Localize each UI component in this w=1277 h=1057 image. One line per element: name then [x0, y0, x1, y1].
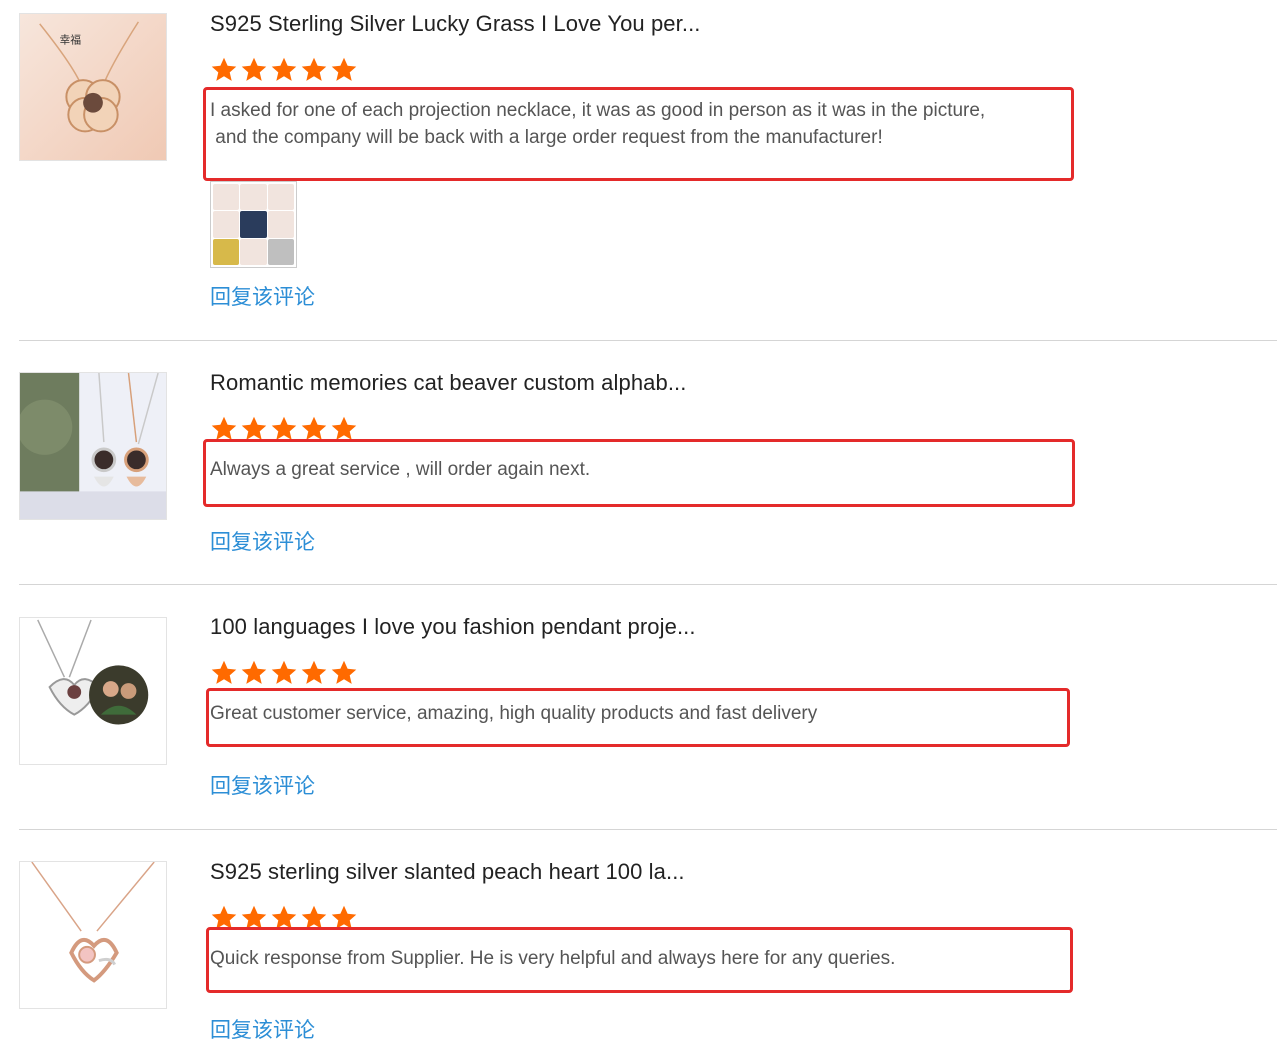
star-icon [301, 660, 327, 684]
review-photo[interactable] [240, 238, 267, 265]
owl-pendant-necklaces-icon [20, 373, 166, 519]
divider [19, 340, 1277, 341]
review-comment: Always a great service , will order agai… [210, 459, 591, 480]
reply-review-link[interactable]: 回复该评论 [210, 526, 315, 556]
review-photo-gallery[interactable] [210, 181, 297, 268]
star-icon [331, 660, 357, 684]
review-photo[interactable] [240, 184, 267, 211]
divider [19, 584, 1277, 585]
product-title[interactable]: S925 Sterling Silver Lucky Grass I Love … [210, 11, 701, 37]
star-rating [210, 56, 358, 84]
review-photo[interactable] [213, 238, 240, 265]
star-icon [211, 660, 237, 684]
review-photo[interactable] [213, 184, 240, 211]
review-comment: I asked for one of each projection neckl… [210, 100, 986, 148]
star-icon [241, 660, 267, 684]
star-icon [271, 57, 297, 81]
flower-pendant-necklace-icon: 幸福 [20, 14, 166, 160]
star-icon [331, 57, 357, 81]
review-photo[interactable] [267, 211, 294, 238]
product-thumbnail[interactable] [19, 372, 167, 520]
review-photo[interactable] [213, 211, 240, 238]
divider [19, 829, 1277, 830]
review-comment: Great customer service, amazing, high qu… [210, 703, 818, 724]
product-thumbnail[interactable] [19, 617, 167, 765]
review-photo[interactable] [240, 211, 267, 238]
reply-review-link[interactable]: 回复该评论 [210, 1014, 315, 1044]
product-title[interactable]: S925 sterling silver slanted peach heart… [210, 859, 685, 885]
reply-review-link[interactable]: 回复该评论 [210, 770, 315, 800]
product-title[interactable]: 100 languages I love you fashion pendant… [210, 614, 696, 640]
review-comment: Quick response from Supplier. He is very… [210, 948, 896, 969]
review-photo[interactable] [267, 184, 294, 211]
star-icon [301, 57, 327, 81]
heart-projection-pendant-icon [20, 618, 166, 764]
product-thumbnail[interactable]: 幸福 [19, 13, 167, 161]
star-rating [210, 659, 358, 687]
star-icon [211, 57, 237, 81]
thumb-caption: 幸福 [59, 33, 81, 47]
reply-review-link[interactable]: 回复该评论 [210, 281, 315, 311]
star-icon [241, 57, 267, 81]
product-title[interactable]: Romantic memories cat beaver custom alph… [210, 370, 686, 396]
product-thumbnail[interactable] [19, 861, 167, 1009]
review-photo[interactable] [267, 238, 294, 265]
rose-gold-heart-pendant-icon [20, 862, 166, 1008]
star-icon [271, 660, 297, 684]
